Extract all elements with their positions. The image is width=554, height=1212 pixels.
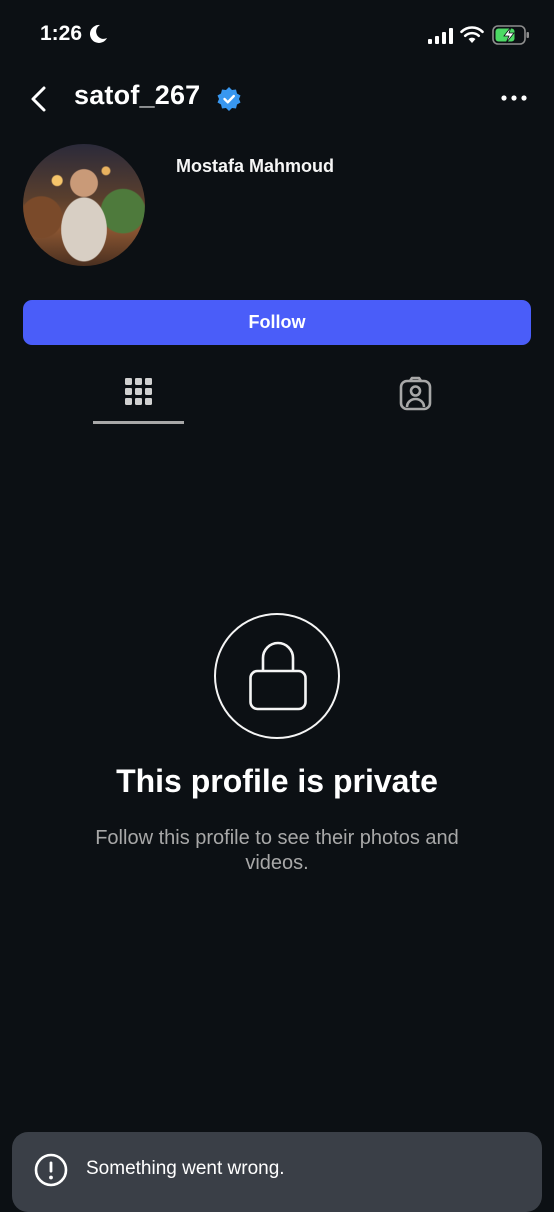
active-tab-indicator — [93, 421, 184, 424]
more-options-icon[interactable] — [500, 90, 528, 106]
profile-header: satof_267 — [0, 72, 554, 128]
toast-message: Something went wrong. — [86, 1158, 285, 1179]
tab-tagged[interactable] — [370, 370, 461, 426]
error-toast[interactable]: Something went wrong. — [12, 1132, 542, 1212]
tab-posts-grid[interactable] — [93, 370, 184, 426]
profile-username: satof_267 — [74, 80, 201, 110]
status-bar: 1:26 — [0, 0, 554, 72]
moon-icon — [90, 24, 107, 43]
verified-badge-icon — [217, 87, 241, 111]
tagged-person-icon — [399, 376, 432, 411]
alert-circle-icon — [34, 1153, 68, 1187]
status-time: 1:26 — [40, 22, 83, 45]
private-profile-description: Follow this profile to see their photos … — [95, 827, 459, 874]
lock-circle — [214, 613, 340, 739]
follow-button[interactable]: Follow — [23, 300, 531, 345]
battery-charging-icon — [492, 25, 529, 45]
avatar[interactable] — [23, 144, 145, 266]
back-arrow-icon[interactable] — [26, 82, 54, 116]
display-name: Mostafa Mahmoud — [176, 156, 335, 176]
signal-icon — [428, 28, 453, 44]
grid-icon — [125, 378, 152, 405]
lock-icon — [249, 641, 307, 711]
private-profile-title: This profile is private — [116, 763, 438, 799]
wifi-icon — [460, 26, 484, 43]
